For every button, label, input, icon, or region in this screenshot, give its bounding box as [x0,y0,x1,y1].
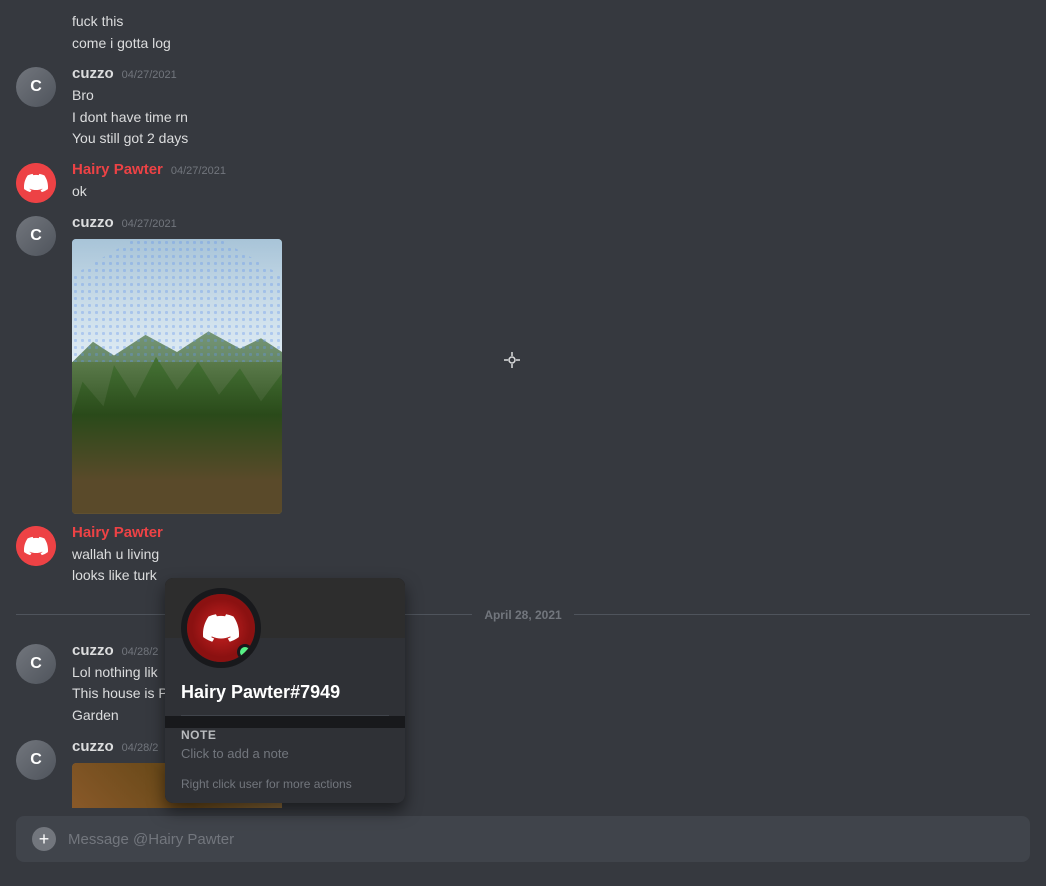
image-placeholder [72,239,282,514]
avatar-image: C [16,644,56,684]
timestamp: 04/27/2021 [122,218,177,230]
timestamp: 04/28/2 [122,742,159,754]
avatar-image: C [16,740,56,780]
message-group: C cuzzo 04/27/2021 [0,210,1046,518]
message-text: ok [72,182,1030,202]
add-file-button[interactable]: + [32,827,56,851]
profile-divider [181,715,389,716]
avatar: C [16,67,56,107]
message-header: cuzzo 04/27/2021 [72,65,1030,82]
profile-avatar [181,588,261,668]
username: Hairy Pawter [72,524,163,541]
message-input-area: + Message @Hairy Pawter [0,808,1046,886]
message-group: fuck this come i gotta log [0,8,1046,59]
date-divider-text: April 28, 2021 [472,608,573,622]
message-group: C cuzzo 04/28/2 Lol nothing lik This hou… [0,638,1046,732]
profile-popup: Hairy Pawter #7949 NOTE Click to add a n… [165,578,405,803]
profile-username-area: Hairy Pawter #7949 [181,682,389,703]
message-content: Hairy Pawter 04/27/2021 ok [72,161,1030,204]
avatar-image [16,163,56,203]
username: cuzzo [72,738,114,755]
avatar: C [16,740,56,780]
note-input[interactable]: Click to add a note [181,746,389,761]
avatar: C [16,644,56,684]
message-group: C cuzzo 04/28/2 [0,734,1046,808]
message-text: You still got 2 days [72,129,1030,149]
username: cuzzo [72,642,114,659]
message-header: Hairy Pawter [72,524,1030,541]
status-dot [237,644,253,660]
message-group: Hairy Pawter 04/27/2021 ok [0,157,1046,208]
message-content: cuzzo 04/27/2021 [72,214,1030,514]
image-embed[interactable] [72,239,282,514]
username: cuzzo [72,214,114,231]
messages-container: fuck this come i gotta log C cuzzo 04/27… [0,0,1046,808]
message-content: fuck this come i gotta log [72,12,1030,55]
username: cuzzo [72,65,114,82]
timestamp: 04/27/2021 [122,69,177,81]
message-group: C cuzzo 04/27/2021 Bro I dont have time … [0,61,1046,155]
note-section: NOTE Click to add a note [165,728,405,769]
message-header: Hairy Pawter 04/27/2021 [72,161,1030,178]
message-text: fuck this [72,12,1030,32]
note-label: NOTE [181,728,389,742]
profile-banner [165,578,405,638]
username: Hairy Pawter [72,161,163,178]
message-text: Bro [72,86,1030,106]
message-group: Hairy Pawter wallah u living looks like … [0,520,1046,592]
avatar [16,163,56,203]
message-text: wallah u living [72,545,1030,565]
right-click-hint: Right click user for more actions [165,769,405,803]
message-input-placeholder: Message @Hairy Pawter [68,831,234,848]
timestamp: 04/27/2021 [171,165,226,177]
avatar-image: C [16,67,56,107]
avatar: C [16,216,56,256]
message-input-box[interactable]: + Message @Hairy Pawter [16,816,1030,862]
profile-username: Hairy Pawter [181,682,290,703]
message-content: cuzzo 04/27/2021 Bro I dont have time rn… [72,65,1030,151]
avatar [16,526,56,566]
message-header: cuzzo 04/27/2021 [72,214,1030,231]
avatar-image [16,526,56,566]
profile-discriminator: #7949 [290,682,340,703]
avatar-image: C [16,216,56,256]
chat-area: fuck this come i gotta log C cuzzo 04/27… [0,0,1046,886]
message-text: I dont have time rn [72,108,1030,128]
profile-avatar-container [181,588,261,668]
timestamp: 04/28/2 [122,646,159,658]
message-text: come i gotta log [72,34,1030,54]
